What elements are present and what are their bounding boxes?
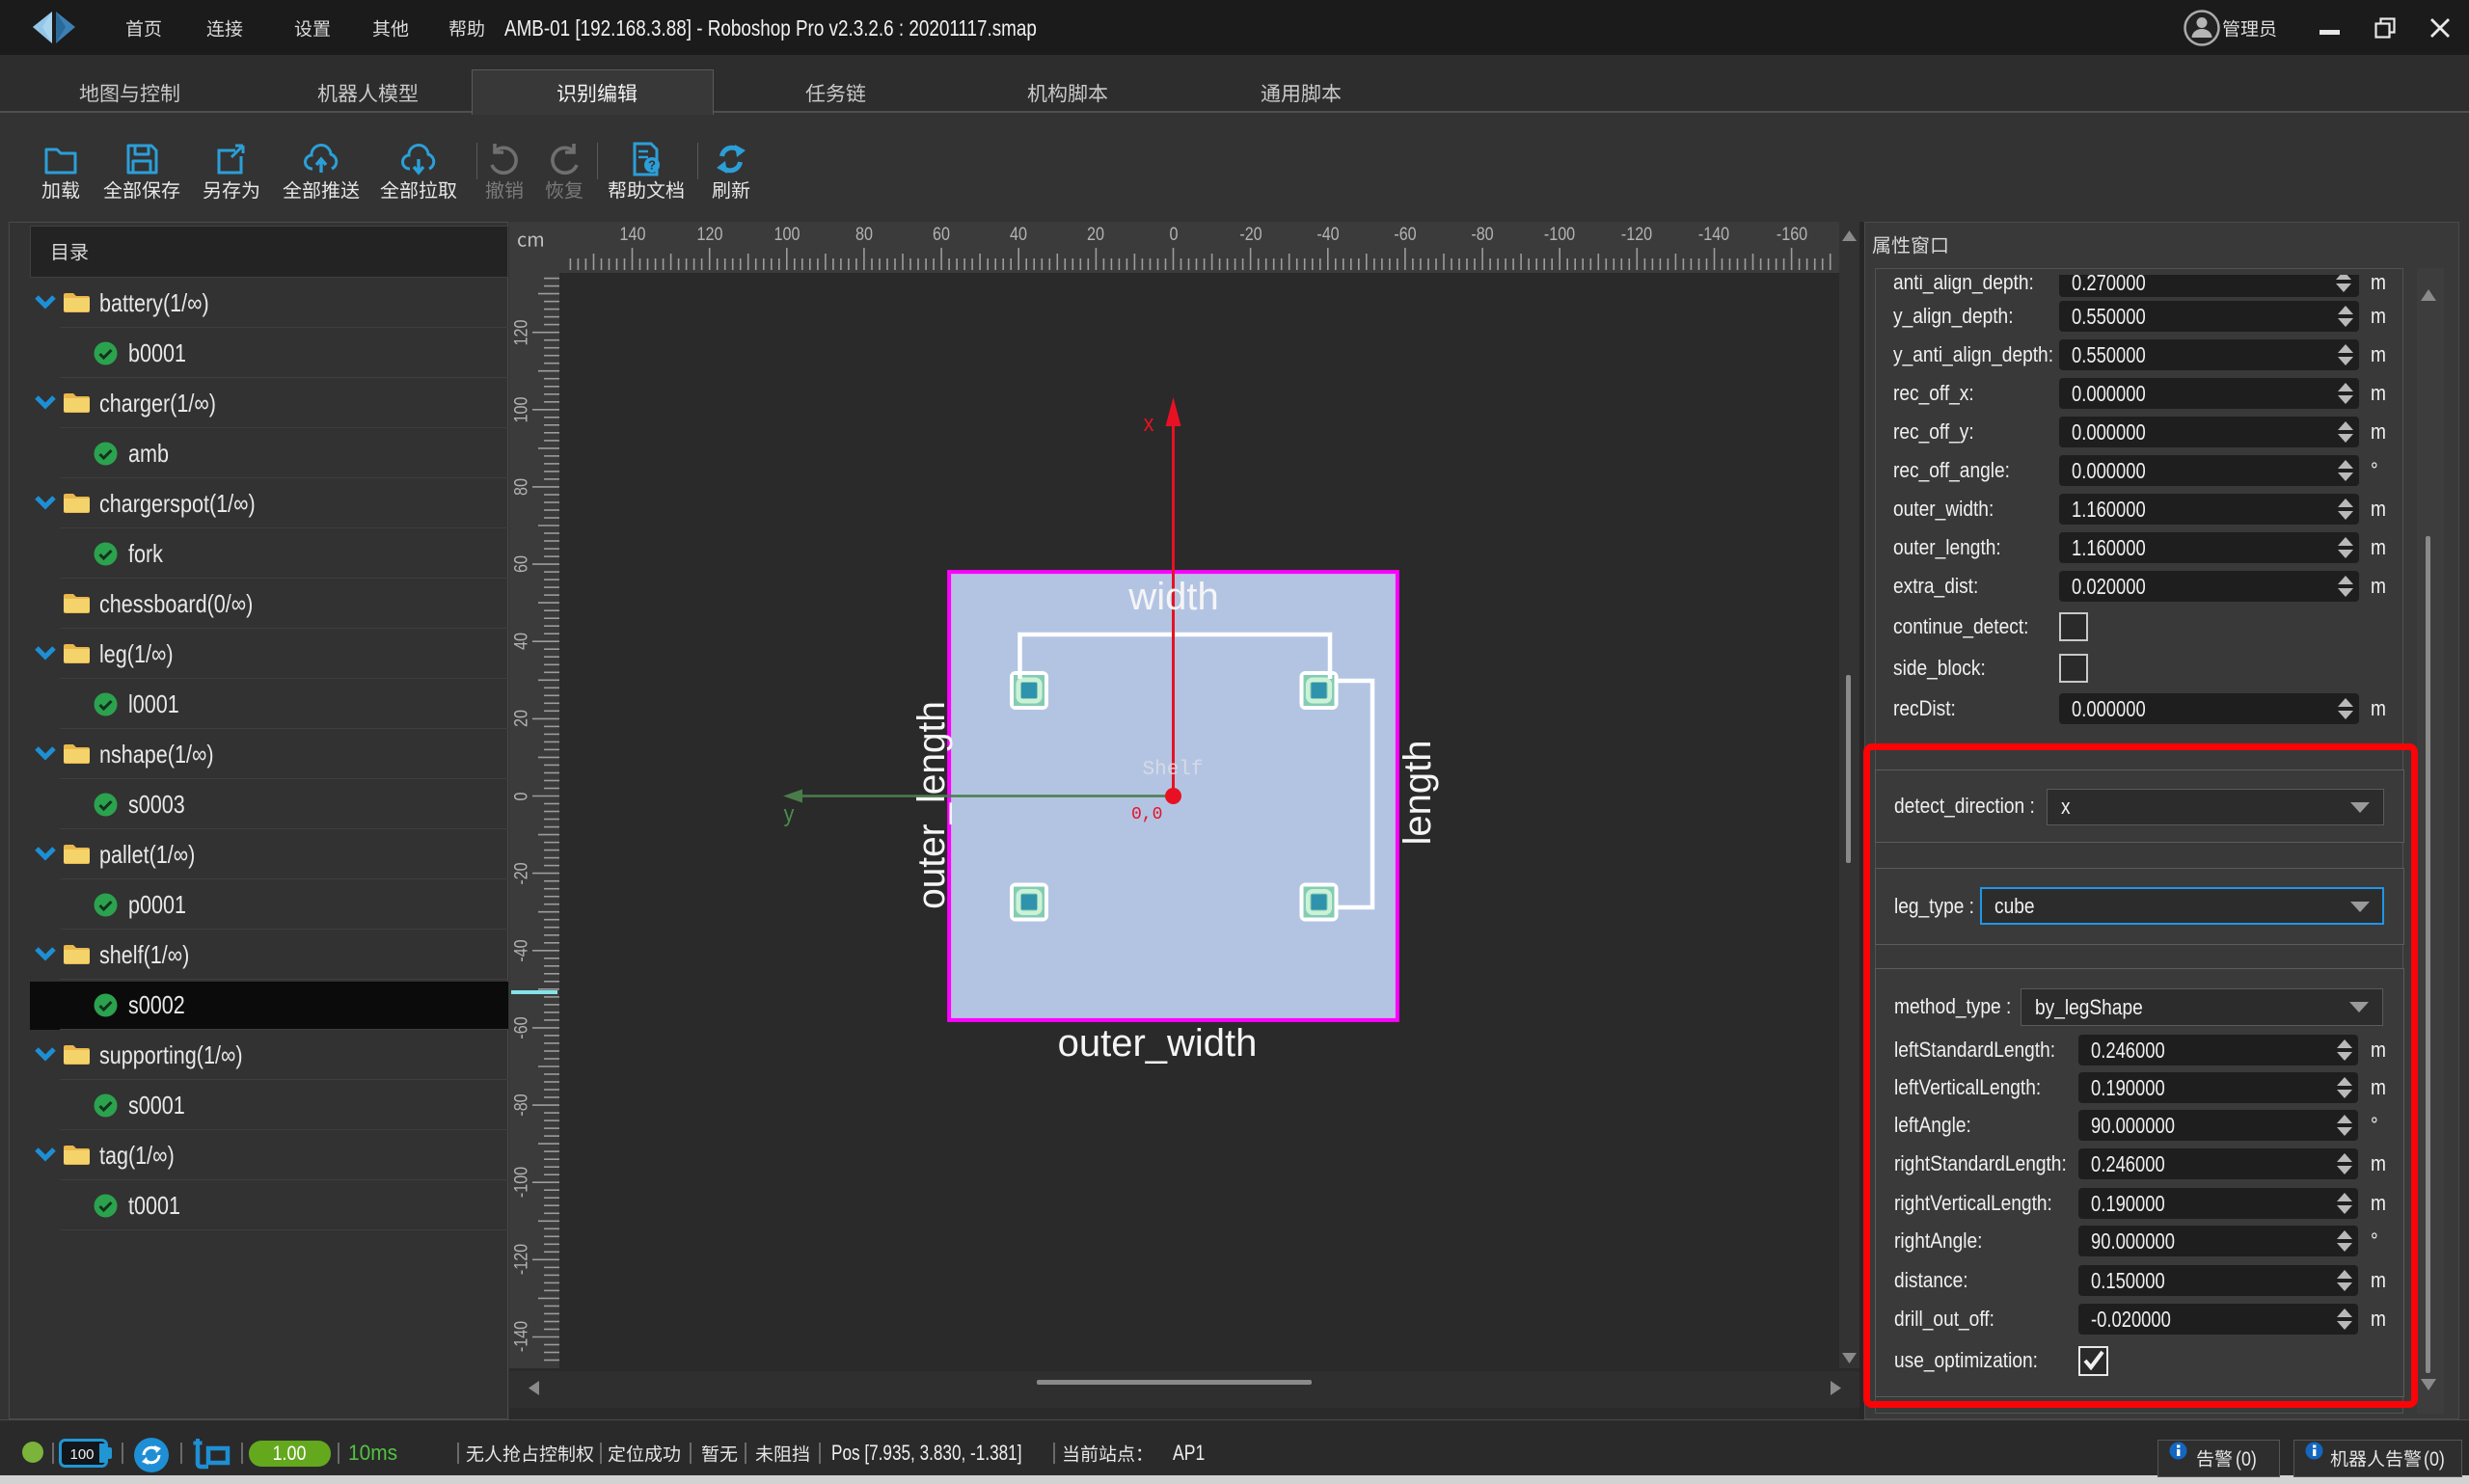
svg-text:?: ?: [648, 158, 656, 173]
svg-text:100: 100: [69, 1446, 94, 1463]
